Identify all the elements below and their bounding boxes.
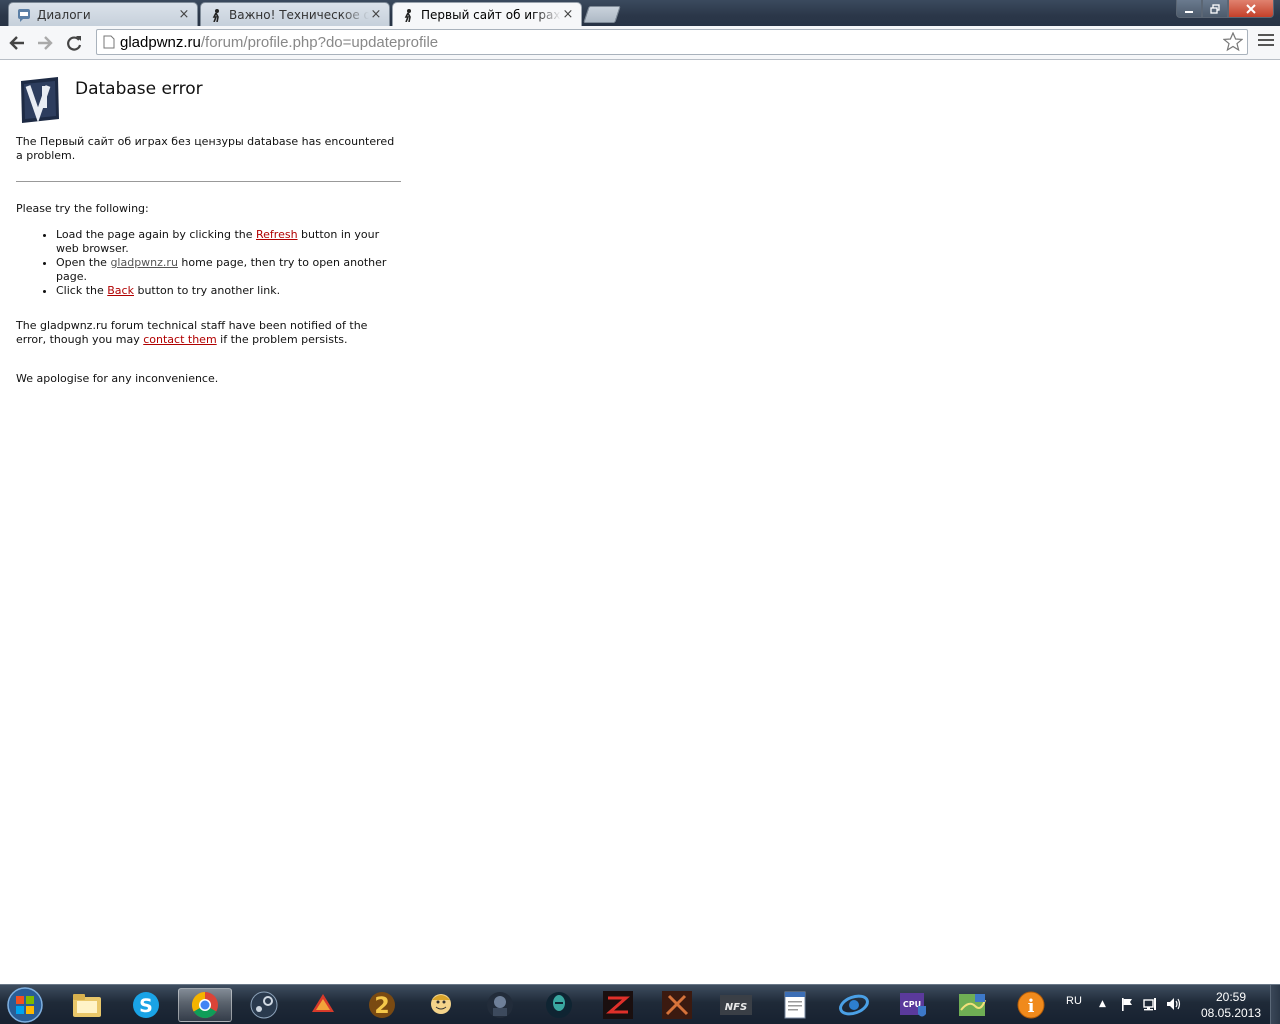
close-icon[interactable]: × bbox=[561, 7, 575, 22]
taskbar: S 2 NFS CPU i RU ▲ 20:59 08.05.2013 bbox=[0, 984, 1280, 1024]
game-dota-taskbar-icon[interactable] bbox=[650, 988, 704, 1022]
item-text: Open the bbox=[56, 256, 111, 269]
tab-current[interactable]: Первый сайт об играх без цензуры × bbox=[392, 2, 582, 26]
game-launcher-taskbar-icon[interactable] bbox=[296, 988, 350, 1022]
minimize-icon bbox=[1185, 10, 1193, 13]
svg-text:i: i bbox=[1028, 996, 1035, 1017]
forum-logo bbox=[21, 77, 59, 123]
forward-button[interactable] bbox=[34, 32, 56, 54]
game-soldier-taskbar-icon[interactable] bbox=[473, 988, 527, 1022]
skype-taskbar-icon[interactable]: S bbox=[119, 988, 173, 1022]
svg-text:NFS: NFS bbox=[725, 1002, 747, 1013]
clock[interactable]: 20:59 08.05.2013 bbox=[1188, 989, 1274, 1021]
page-title: Database error bbox=[75, 79, 203, 99]
url-path: /forum/profile.php?do=updateprofile bbox=[200, 34, 439, 51]
divider bbox=[16, 181, 401, 182]
url-host: gladpwnz.ru bbox=[120, 34, 201, 51]
restore-button[interactable] bbox=[1202, 0, 1228, 18]
address-bar[interactable]: gladpwnz.ru/forum/profile.php?do=updatep… bbox=[96, 29, 1248, 55]
info-taskbar-icon[interactable]: i bbox=[1004, 988, 1058, 1022]
site-man-icon bbox=[209, 8, 223, 22]
cpu-z-taskbar-icon[interactable]: CPU bbox=[886, 988, 940, 1022]
show-desktop-button[interactable] bbox=[1270, 985, 1280, 1024]
language-indicator[interactable]: RU bbox=[1066, 995, 1082, 1007]
reload-button[interactable] bbox=[63, 32, 85, 54]
game-2-taskbar-icon[interactable]: 2 bbox=[355, 988, 409, 1022]
star-icon[interactable] bbox=[1223, 32, 1243, 52]
chrome-taskbar-icon[interactable] bbox=[178, 988, 232, 1022]
close-icon[interactable]: × bbox=[177, 7, 191, 22]
close-icon[interactable]: × bbox=[369, 7, 383, 22]
suggestion-list: Load the page again by clicking the Refr… bbox=[16, 228, 401, 298]
back-link[interactable]: Back bbox=[107, 284, 134, 297]
browser-wing-taskbar-icon[interactable] bbox=[827, 988, 881, 1022]
explorer-taskbar-icon[interactable] bbox=[60, 988, 114, 1022]
staff-notice: The gladpwnz.ru forum technical staff ha… bbox=[16, 319, 401, 347]
menu-icon[interactable] bbox=[1258, 34, 1274, 49]
svg-text:S: S bbox=[139, 995, 153, 1017]
game-red-logo-taskbar-icon[interactable] bbox=[591, 988, 645, 1022]
window-controls bbox=[1176, 0, 1274, 18]
item-text: button to try another link. bbox=[133, 284, 281, 297]
try-heading: Please try the following: bbox=[16, 202, 149, 215]
tab-maintenance[interactable]: Важно! Техническое обслуживание × bbox=[200, 2, 390, 26]
tab-label: Первый сайт об играх без цензуры bbox=[421, 7, 561, 22]
map-game-taskbar-icon[interactable] bbox=[945, 988, 999, 1022]
refresh-link[interactable]: Refresh bbox=[256, 228, 298, 241]
site-man-icon bbox=[401, 8, 415, 22]
clock-date: 08.05.2013 bbox=[1200, 1006, 1262, 1020]
volume-icon[interactable] bbox=[1166, 997, 1182, 1011]
svg-text:2: 2 bbox=[374, 994, 389, 1019]
fallout-taskbar-icon[interactable] bbox=[414, 988, 468, 1022]
close-window-button[interactable] bbox=[1228, 0, 1274, 18]
clock-time: 20:59 bbox=[1215, 990, 1247, 1004]
steam-taskbar-icon[interactable] bbox=[237, 988, 291, 1022]
restore-icon bbox=[1210, 3, 1220, 14]
network-icon[interactable] bbox=[1143, 997, 1157, 1011]
apology-text: We apologise for any inconvenience. bbox=[16, 372, 219, 385]
show-hidden-icons-icon[interactable]: ▲ bbox=[1099, 999, 1106, 1009]
browser-toolbar: gladpwnz.ru/forum/profile.php?do=updatep… bbox=[0, 26, 1280, 60]
url-text: gladpwnz.ru/forum/profile.php?do=updatep… bbox=[120, 34, 438, 51]
game-alien-taskbar-icon[interactable] bbox=[532, 988, 586, 1022]
page-content: Database error The Первый сайт об играх … bbox=[0, 61, 1280, 984]
back-button[interactable] bbox=[6, 32, 28, 54]
nfs-taskbar-icon[interactable]: NFS bbox=[709, 988, 763, 1022]
tab-dialogs[interactable]: Диалоги × bbox=[8, 2, 198, 26]
back-arrow-icon bbox=[9, 36, 24, 50]
staff-text: if the problem persists. bbox=[216, 333, 348, 346]
tab-strip: Диалоги × Важно! Техническое обслуживани… bbox=[0, 0, 1280, 26]
close-icon bbox=[1246, 3, 1256, 14]
item-text: Click the bbox=[56, 284, 108, 297]
home-page-link[interactable]: gladpwnz.ru bbox=[110, 256, 177, 269]
forward-arrow-icon bbox=[38, 36, 53, 50]
list-item: Click the Back button to try another lin… bbox=[56, 284, 401, 298]
start-button[interactable] bbox=[5, 986, 45, 1024]
vk-icon bbox=[17, 8, 31, 22]
flag-icon[interactable] bbox=[1120, 997, 1134, 1011]
error-body: The Первый сайт об играх без цензуры dat… bbox=[16, 135, 401, 386]
notepad-taskbar-icon[interactable] bbox=[768, 988, 822, 1022]
list-item: Open the gladpwnz.ru home page, then try… bbox=[56, 256, 401, 284]
page-icon bbox=[103, 35, 115, 49]
tab-label: Важно! Техническое обслуживание bbox=[229, 7, 369, 22]
list-item: Load the page again by clicking the Refr… bbox=[56, 228, 401, 256]
minimize-button[interactable] bbox=[1176, 0, 1202, 18]
new-tab-button[interactable] bbox=[583, 6, 621, 23]
item-text: Load the page again by clicking the bbox=[56, 228, 257, 241]
reload-icon bbox=[67, 36, 82, 51]
tab-label: Диалоги bbox=[37, 7, 91, 22]
contact-link[interactable]: contact them bbox=[143, 333, 216, 346]
intro-text: The Первый сайт об играх без цензуры dat… bbox=[16, 135, 395, 162]
